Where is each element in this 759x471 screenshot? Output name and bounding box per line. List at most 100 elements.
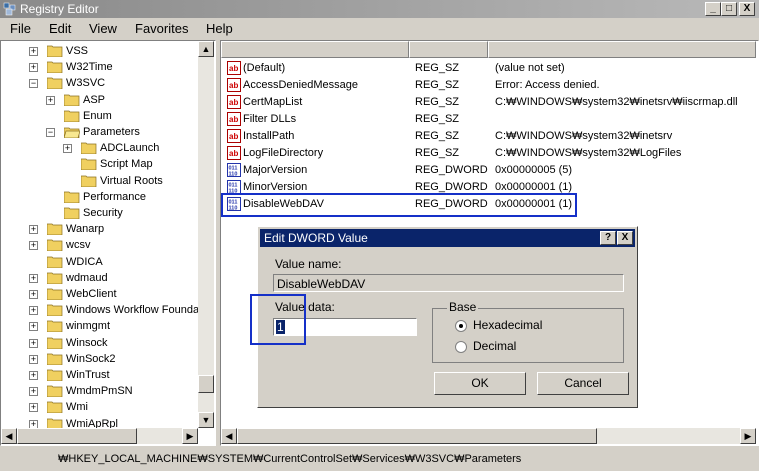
scroll-left-arrow-icon[interactable]: ◀ (1, 428, 17, 444)
tree-item-label: W3SVC (66, 77, 106, 90)
tree-vertical-scrollbar[interactable]: ▲ ▼ (198, 41, 214, 428)
expand-icon[interactable]: + (29, 338, 38, 348)
value-data: 0x00000001 (1) (495, 181, 573, 193)
window-title: Registry Editor (20, 2, 99, 16)
tree-hscroll-thumb[interactable] (17, 428, 137, 444)
menu-help[interactable]: Help (206, 21, 233, 36)
expand-icon[interactable]: + (29, 241, 38, 251)
value-row[interactable]: ab LogFileDirectory REG_SZ C:₩WINDOWS₩syste… (221, 145, 741, 162)
cancel-button[interactable]: Cancel (537, 372, 629, 395)
dialog-title-bar[interactable]: Edit DWORD Value ? X (260, 229, 635, 247)
scroll-down-arrow-icon[interactable]: ▼ (198, 412, 214, 428)
folder-icon (63, 191, 80, 204)
expand-icon[interactable]: + (29, 322, 38, 332)
value-name-field: DisableWebDAV (273, 274, 624, 292)
close-button[interactable]: X (739, 2, 755, 16)
base-group: Base Hexadecimal Decimal (432, 300, 624, 363)
dialog-close-button[interactable]: X (617, 231, 633, 245)
value-data: C:₩WINDOWS₩system32₩inetsrv (495, 130, 673, 142)
folder-icon (46, 77, 63, 90)
tree-item-label: Security (83, 207, 123, 219)
string-value-icon: ab (227, 61, 241, 75)
string-value-icon: ab (227, 112, 241, 126)
radio-selected-dot (459, 324, 463, 328)
value-row[interactable]: 011 110 MajorVersion REG_DWORD 0x00000005 (5… (221, 162, 741, 179)
column-header-data[interactable] (488, 41, 756, 58)
dword-value-icon: 011 110 (227, 163, 241, 178)
values-horizontal-scrollbar[interactable]: ◀ ▶ (221, 428, 756, 444)
value-row[interactable]: ab Filter DLLs REG_SZ (221, 111, 741, 128)
maximize-button[interactable]: □ (721, 2, 737, 16)
tree-item-label: Windows Workflow Foundat (66, 304, 203, 317)
expand-icon[interactable]: + (29, 47, 38, 56)
expand-icon[interactable]: + (29, 403, 38, 413)
scroll-up-arrow-icon[interactable]: ▲ (198, 41, 214, 57)
ok-button[interactable]: OK (434, 372, 526, 395)
tree-item-label: ASP (83, 93, 106, 106)
expand-icon[interactable]: + (29, 63, 38, 73)
folder-icon (80, 142, 97, 155)
value-data: C:₩WINDOWS₩system32₩LogFiles (495, 147, 682, 159)
hexadecimal-radio[interactable] (455, 320, 467, 332)
tree-item-label: wcsv (66, 239, 91, 252)
svg-text:ab: ab (229, 115, 238, 124)
decimal-radio[interactable] (455, 341, 467, 353)
title-bar[interactable]: Registry Editor _ □ X (0, 0, 759, 18)
menu-favorites[interactable]: Favorites (135, 21, 188, 36)
folder-icon (46, 320, 63, 333)
folder-icon (46, 45, 63, 58)
tree-item-label: WinSock2 (66, 352, 116, 365)
value-data: (value not set) (495, 62, 565, 74)
tree-item-label: Script Map (100, 158, 153, 171)
expand-icon[interactable]: + (29, 225, 38, 235)
base-group-label: Base (447, 300, 479, 314)
column-header-name[interactable] (221, 41, 409, 58)
folder-icon (46, 288, 63, 301)
svg-text:110: 110 (229, 172, 238, 178)
value-row[interactable]: ab (Default) REG_SZ (value not set) (221, 60, 741, 77)
expand-icon[interactable]: + (29, 273, 38, 283)
collapse-icon[interactable]: − (46, 128, 55, 137)
scroll-right-arrow-icon[interactable]: ▶ (740, 428, 756, 444)
scroll-right-arrow-icon[interactable]: ▶ (182, 428, 198, 444)
tree-horizontal-scrollbar[interactable]: ◀ ▶ (1, 428, 198, 444)
string-value-icon: ab (227, 129, 241, 143)
help-button[interactable]: ? (600, 231, 616, 245)
value-row[interactable]: ab CertMapList REG_SZ C:₩WINDOWS₩system32₩i… (221, 94, 741, 111)
value-type: REG_SZ (415, 130, 460, 142)
tree-item-label: Wmi (66, 401, 88, 414)
value-type: REG_SZ (415, 147, 460, 159)
expand-icon[interactable]: + (29, 387, 38, 397)
menu-edit[interactable]: Edit (49, 21, 71, 36)
value-data: 0x00000005 (5) (495, 164, 573, 176)
expand-icon[interactable]: + (29, 306, 38, 316)
folder-icon (46, 369, 63, 382)
expand-icon[interactable]: + (29, 354, 38, 364)
scroll-left-arrow-icon[interactable]: ◀ (221, 428, 237, 444)
hexadecimal-label[interactable]: Hexadecimal (473, 318, 542, 332)
expand-icon[interactable]: + (29, 290, 38, 299)
value-name: CertMapList (243, 96, 303, 108)
collapse-icon[interactable]: − (29, 79, 38, 89)
value-name: Filter DLLs (243, 113, 297, 125)
decimal-label[interactable]: Decimal (473, 339, 516, 353)
folder-open-icon (63, 126, 81, 139)
string-value-icon: ab (227, 78, 241, 92)
value-name: LogFileDirectory (243, 147, 324, 159)
value-row[interactable]: ab InstallPath REG_SZ C:₩WINDOWS₩system32₩i… (221, 128, 741, 145)
menu-file[interactable]: File (10, 21, 31, 36)
status-bar: ₩HKEY_LOCAL_MACHINE₩SYSTEM₩CurrentContro… (0, 449, 759, 471)
svg-text:ab: ab (229, 98, 238, 107)
annotation-highlight-row (221, 193, 577, 217)
key-tree-pane[interactable]: + VSS + W32Time − W3SVC + ASP Enum − Parameters + AD… (0, 40, 216, 446)
expand-icon[interactable]: + (29, 371, 38, 380)
value-row[interactable]: ab AccessDeniedMessage REG_SZ Error: Access… (221, 77, 741, 94)
menu-view[interactable]: View (89, 21, 117, 36)
minimize-button[interactable]: _ (705, 2, 721, 16)
tree-item-label: Winsock (66, 336, 108, 349)
expand-icon[interactable]: + (46, 95, 55, 105)
tree-scroll-thumb[interactable] (198, 375, 214, 393)
values-hscroll-thumb[interactable] (237, 428, 597, 444)
column-header-type[interactable] (409, 41, 488, 58)
expand-icon[interactable]: + (63, 144, 72, 154)
